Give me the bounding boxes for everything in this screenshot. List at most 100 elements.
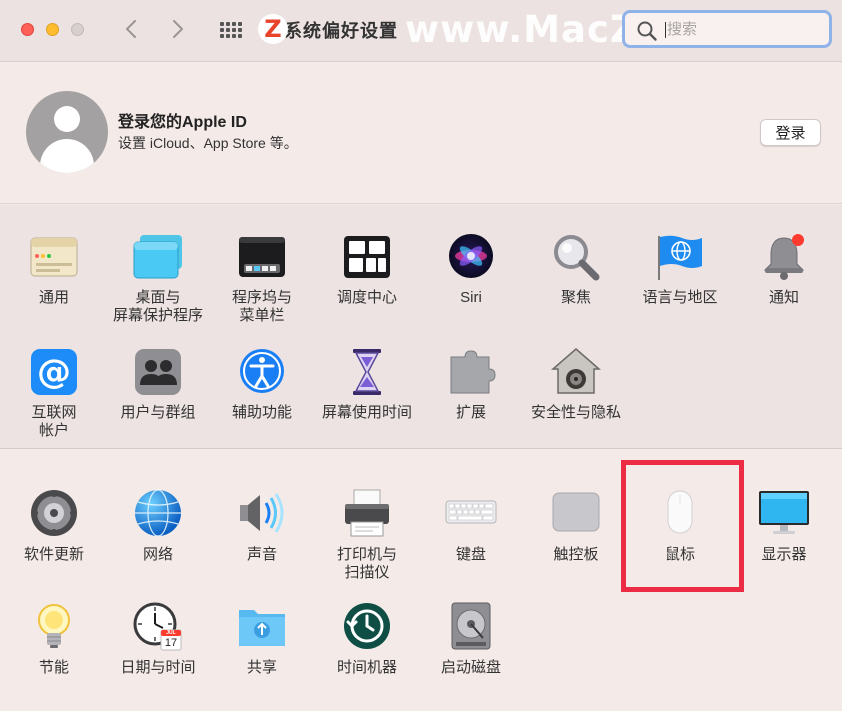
sharing-icon <box>236 602 288 654</box>
close-window-button[interactable] <box>21 23 34 36</box>
pref-dock-menubar[interactable]: 程序坞与 菜单栏 <box>210 232 314 325</box>
date-time-icon: JUL 17 <box>132 602 184 654</box>
pref-label: 互联网 帐户 <box>31 404 77 439</box>
pref-notifications[interactable]: 通知 <box>732 232 836 307</box>
show-all-grid-icon[interactable] <box>217 17 245 43</box>
pref-keyboard[interactable]: 键盘 <box>419 489 523 564</box>
pref-date-time[interactable]: JUL 17 日期与时间 <box>106 602 210 677</box>
pref-label: 软件更新 <box>23 546 84 563</box>
keyboard-icon <box>445 489 497 541</box>
pref-label: 语言与地区 <box>642 289 718 306</box>
calendar-day: 17 <box>164 637 178 649</box>
network-icon <box>132 489 184 541</box>
avatar[interactable] <box>26 91 108 173</box>
search-field[interactable] <box>622 10 832 48</box>
pref-label: Siri <box>460 289 482 306</box>
pref-label: 触控板 <box>553 546 599 563</box>
pref-trackpad[interactable]: 触控板 <box>524 489 628 564</box>
pref-label: 程序坞与 菜单栏 <box>231 289 292 324</box>
pref-time-machine[interactable]: 时间机器 <box>315 602 419 677</box>
pref-siri[interactable]: Siri <box>419 232 523 307</box>
pref-displays[interactable]: 显示器 <box>732 489 836 564</box>
apple-id-banner: 登录您的Apple ID 设置 iCloud、App Store 等。 登录 <box>0 63 842 204</box>
chevron-left-icon <box>126 20 136 38</box>
search-icon <box>637 21 657 41</box>
pref-label: 节能 <box>38 659 69 676</box>
minimize-window-button[interactable] <box>46 23 59 36</box>
trackpad-icon <box>550 489 602 541</box>
software-update-icon <box>28 489 80 541</box>
pref-label: 聚焦 <box>560 289 591 306</box>
internet-accounts-icon: @ <box>28 347 80 399</box>
pref-mission-control[interactable]: 调度中心 <box>315 232 419 307</box>
pref-label: 共享 <box>246 659 277 676</box>
pref-label: 键盘 <box>455 546 486 563</box>
pref-network[interactable]: 网络 <box>106 489 210 564</box>
pref-label: 辅助功能 <box>231 404 292 421</box>
pref-label: 显示器 <box>761 546 807 563</box>
svg-text:@: @ <box>37 352 71 392</box>
watermark-logo: Z <box>258 14 288 44</box>
dock-menubar-icon <box>236 232 288 284</box>
extensions-icon <box>445 347 497 399</box>
apple-id-title: 登录您的Apple ID <box>118 114 247 131</box>
text-caret <box>665 22 666 38</box>
pref-label: 用户与群组 <box>120 404 196 421</box>
security-privacy-icon <box>550 347 602 399</box>
siri-icon <box>445 232 497 284</box>
accessibility-icon <box>236 347 288 399</box>
pref-startup-disk[interactable]: 启动磁盘 <box>419 602 523 677</box>
pref-internet-accounts[interactable]: @ 互联网 帐户 <box>2 347 106 440</box>
displays-icon <box>758 489 810 541</box>
pref-label: 屏幕使用时间 <box>321 404 412 421</box>
forward-button[interactable] <box>164 14 192 44</box>
pref-screen-time[interactable]: 屏幕使用时间 <box>315 347 419 422</box>
pref-energy-saver[interactable]: 节能 <box>2 602 106 677</box>
back-button[interactable] <box>117 14 145 44</box>
pref-sharing[interactable]: 共享 <box>210 602 314 677</box>
toolbar: 系统偏好设置 Z www.MacZ.com <box>0 0 842 62</box>
pref-label: 通知 <box>768 289 799 306</box>
language-region-icon <box>654 232 706 284</box>
sound-icon <box>236 489 288 541</box>
pref-sound[interactable]: 声音 <box>210 489 314 564</box>
pref-label: 通用 <box>38 289 69 306</box>
pref-label: 启动磁盘 <box>440 659 501 676</box>
pref-label: 调度中心 <box>336 289 397 306</box>
pref-label: 网络 <box>142 546 173 563</box>
pref-desktop-screensaver[interactable]: 桌面与 屏幕保护程序 <box>106 232 210 325</box>
window-title: 系统偏好设置 <box>284 21 398 41</box>
pref-accessibility[interactable]: 辅助功能 <box>210 347 314 422</box>
pref-users-groups[interactable]: 用户与群组 <box>106 347 210 422</box>
mission-control-icon <box>341 232 393 284</box>
screen-time-icon <box>341 347 393 399</box>
notifications-icon <box>758 232 810 284</box>
pref-security-privacy[interactable]: 安全性与隐私 <box>524 347 628 422</box>
apple-id-subtitle: 设置 iCloud、App Store 等。 <box>118 135 298 151</box>
pref-label: 时间机器 <box>336 659 397 676</box>
pref-label: 打印机与 扫描仪 <box>336 546 397 581</box>
pref-software-update[interactable]: 软件更新 <box>2 489 106 564</box>
pref-printers-scanners[interactable]: 打印机与 扫描仪 <box>315 489 419 582</box>
users-groups-icon <box>132 347 184 399</box>
highlight-box <box>621 460 744 592</box>
pref-label: 声音 <box>246 546 277 563</box>
spotlight-icon <box>550 232 602 284</box>
pref-spotlight[interactable]: 聚焦 <box>524 232 628 307</box>
login-button[interactable]: 登录 <box>760 119 821 146</box>
search-input[interactable] <box>667 18 817 40</box>
desktop-screensaver-icon <box>132 232 184 284</box>
pref-label: 桌面与 屏幕保护程序 <box>112 289 203 324</box>
startup-disk-icon <box>445 602 497 654</box>
time-machine-icon <box>341 602 393 654</box>
zoom-window-button[interactable] <box>71 23 84 36</box>
pref-label: 日期与时间 <box>120 659 196 676</box>
pref-extensions[interactable]: 扩展 <box>419 347 523 422</box>
general-icon <box>28 232 80 284</box>
pref-label: 扩展 <box>455 404 486 421</box>
pref-language-region[interactable]: 语言与地区 <box>628 232 732 307</box>
energy-saver-icon <box>28 602 80 654</box>
chevron-right-icon <box>173 20 183 38</box>
printers-scanners-icon <box>341 489 393 541</box>
pref-general[interactable]: 通用 <box>2 232 106 307</box>
